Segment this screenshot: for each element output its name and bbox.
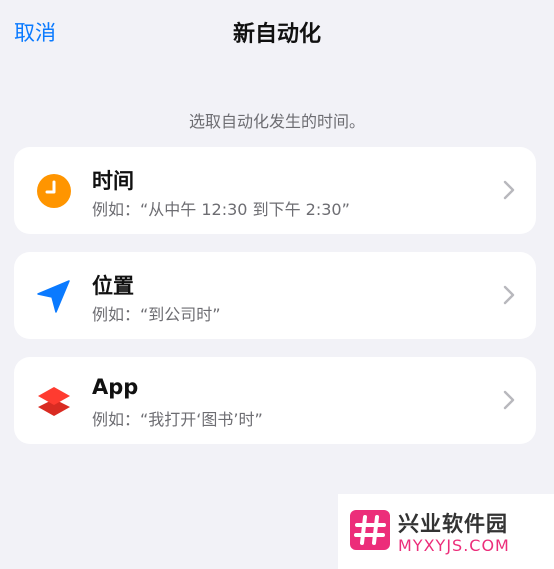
hash-logo-icon [350, 510, 390, 550]
option-subtitle: 例如：“我打开‘图书’时” [92, 410, 263, 429]
location-arrow-icon [37, 280, 70, 313]
option-subtitle: 例如：“从中午 12:30 到下午 2:30” [92, 200, 350, 219]
watermark-name: 兴业软件园 [398, 512, 508, 536]
clock-icon [37, 174, 71, 208]
app-layers-icon [38, 387, 70, 416]
option-title: App [92, 375, 139, 399]
chevron-right-icon [503, 285, 515, 305]
chevron-right-icon [503, 390, 515, 410]
option-title: 位置 [92, 274, 134, 298]
page-title: 新自动化 [232, 22, 321, 47]
chevron-right-icon [503, 180, 515, 200]
watermark-url: MYXYJS.COM [398, 536, 510, 555]
navigation-bar: 取消 新自动化 [0, 0, 554, 62]
watermark: 兴业软件园 MYXYJS.COM [338, 494, 554, 569]
instruction-text: 选取自动化发生的时间。 [188, 112, 365, 131]
option-app[interactable]: App 例如：“我打开‘图书’时” [14, 357, 536, 444]
option-title: 时间 [92, 169, 134, 193]
option-time[interactable]: 时间 例如：“从中午 12:30 到下午 2:30” [14, 147, 536, 234]
option-subtitle: 例如：“到公司时” [92, 305, 221, 324]
option-location[interactable]: 位置 例如：“到公司时” [14, 252, 536, 339]
